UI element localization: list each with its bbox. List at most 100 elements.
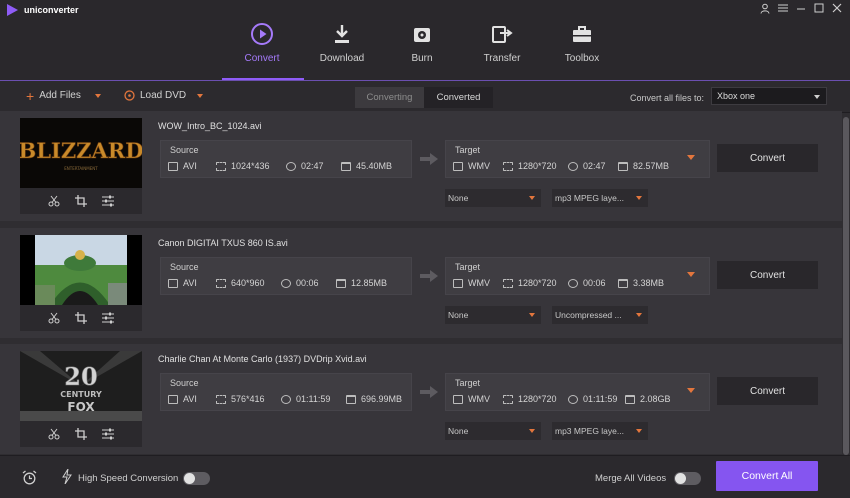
window-controls <box>760 3 842 14</box>
video-thumbnail[interactable] <box>20 235 142 305</box>
target-duration: 00:06 <box>583 278 606 288</box>
add-files-button[interactable]: + Add Files <box>26 89 101 103</box>
convert-all-button[interactable]: Convert All <box>716 461 818 491</box>
subtitle-select[interactable]: None <box>445 306 541 324</box>
film-icon <box>453 161 463 171</box>
scissors-icon[interactable] <box>48 195 60 207</box>
file-row: Canon DIGITAI TXUS 860 IS.avi Source AVI… <box>0 228 842 338</box>
transfer-icon <box>490 22 514 46</box>
toolbox-icon <box>570 22 594 46</box>
nav-convert-label: Convert <box>244 53 280 64</box>
subtitle-select[interactable]: None <box>445 422 541 440</box>
source-format: AVI <box>183 161 197 171</box>
maximize-icon[interactable] <box>814 3 824 13</box>
clock-icon <box>281 278 291 288</box>
target-info-box[interactable]: Target WMV 1280*720 02:47 82.57MB <box>445 140 710 178</box>
crop-icon[interactable] <box>75 312 87 324</box>
alarm-clock-icon[interactable] <box>22 470 37 485</box>
video-thumbnail[interactable]: BLIZZARD ENTERTAINMENT <box>20 118 142 188</box>
target-format: WMV <box>468 278 490 288</box>
target-info-box[interactable]: Target WMV 1280*720 00:06 3.38MB <box>445 257 710 295</box>
arrow-right-icon <box>420 270 438 282</box>
scrollbar-thumb[interactable] <box>843 117 849 455</box>
source-label: Source <box>170 378 199 388</box>
folder-icon <box>336 278 346 288</box>
audio-select[interactable]: mp3 MPEG laye... <box>552 189 648 207</box>
film-icon <box>168 161 178 171</box>
target-label: Target <box>455 145 481 155</box>
scissors-icon[interactable] <box>48 312 60 324</box>
nav-transfer[interactable]: Transfer <box>462 18 542 80</box>
nav-burn-label: Burn <box>411 53 433 64</box>
chevron-down-icon[interactable] <box>197 93 204 98</box>
audio-value: mp3 MPEG laye... <box>555 193 624 203</box>
subtitle-select[interactable]: None <box>445 189 541 207</box>
app-logo-icon <box>7 4 18 16</box>
target-info-box[interactable]: Target WMV 1280*720 01:11:59 2.08GB <box>445 373 710 411</box>
target-format: WMV <box>468 394 490 404</box>
clock-icon <box>281 394 291 404</box>
source-duration: 00:06 <box>296 278 319 288</box>
source-duration: 01:11:59 <box>296 394 331 404</box>
close-icon[interactable] <box>832 3 842 13</box>
output-format-value: Xbox one <box>717 91 756 101</box>
nav-burn[interactable]: Burn <box>382 18 462 80</box>
target-dropdown-icon[interactable] <box>687 272 695 277</box>
clock-icon <box>568 161 578 171</box>
nav-toolbox[interactable]: Toolbox <box>542 18 622 80</box>
thumbnail-panel: BLIZZARD ENTERTAINMENT <box>20 118 142 214</box>
target-resolution: 1280*720 <box>518 394 557 404</box>
minimize-icon[interactable] <box>796 3 806 13</box>
resolution-icon <box>503 394 513 404</box>
target-dropdown-icon[interactable] <box>687 155 695 160</box>
high-speed-conversion-toggle[interactable] <box>183 472 210 485</box>
tab-converting[interactable]: Converting <box>355 87 424 108</box>
bottom-bar: High Speed Conversion Merge All Videos C… <box>0 455 850 498</box>
target-info: WMV 1280*720 01:11:59 2.08GB <box>453 394 671 404</box>
clock-icon <box>568 394 578 404</box>
chevron-down-icon[interactable] <box>94 93 101 98</box>
crop-icon[interactable] <box>75 195 87 207</box>
folder-icon <box>618 161 628 171</box>
output-format-select[interactable]: Xbox one <box>711 87 827 105</box>
chevron-down-icon <box>529 313 535 317</box>
load-dvd-button[interactable]: Load DVD <box>124 90 204 101</box>
nav-convert[interactable]: Convert <box>222 18 302 80</box>
folder-icon <box>618 278 628 288</box>
merge-all-videos-toggle[interactable] <box>674 472 701 485</box>
scissors-icon[interactable] <box>48 428 60 440</box>
target-label: Target <box>455 378 481 388</box>
convert-button[interactable]: Convert <box>717 377 818 405</box>
video-thumbnail[interactable]: 20 CENTURY FOX <box>20 351 142 421</box>
source-duration: 02:47 <box>301 161 324 171</box>
clock-icon <box>568 278 578 288</box>
tab-converted[interactable]: Converted <box>424 87 493 108</box>
target-dropdown-icon[interactable] <box>687 388 695 393</box>
thumbnail-panel <box>20 235 142 331</box>
convert-button[interactable]: Convert <box>717 261 818 289</box>
user-icon[interactable] <box>760 3 770 14</box>
source-label: Source <box>170 262 199 272</box>
audio-select[interactable]: mp3 MPEG laye... <box>552 422 648 440</box>
high-speed-conversion-label: High Speed Conversion <box>78 473 179 484</box>
subtitle-value: None <box>448 310 469 320</box>
adjust-icon[interactable] <box>102 195 114 207</box>
target-size: 2.08GB <box>640 394 671 404</box>
adjust-icon[interactable] <box>102 428 114 440</box>
adjust-icon[interactable] <box>102 312 114 324</box>
target-duration: 02:47 <box>583 161 606 171</box>
menu-icon[interactable] <box>778 3 788 13</box>
nav-download[interactable]: Download <box>302 18 382 80</box>
audio-select[interactable]: Uncompressed ... <box>552 306 648 324</box>
crop-icon[interactable] <box>75 428 87 440</box>
target-size: 82.57MB <box>633 161 670 171</box>
resolution-icon <box>216 394 226 404</box>
audio-value: Uncompressed ... <box>555 310 622 320</box>
svg-text:BLIZZARD: BLIZZARD <box>20 138 142 163</box>
nav-toolbox-label: Toolbox <box>564 53 600 64</box>
source-resolution: 1024*436 <box>231 161 270 171</box>
thumbnail-tools <box>20 188 142 214</box>
target-format: WMV <box>468 161 490 171</box>
disc-icon <box>410 22 434 46</box>
convert-button[interactable]: Convert <box>717 144 818 172</box>
